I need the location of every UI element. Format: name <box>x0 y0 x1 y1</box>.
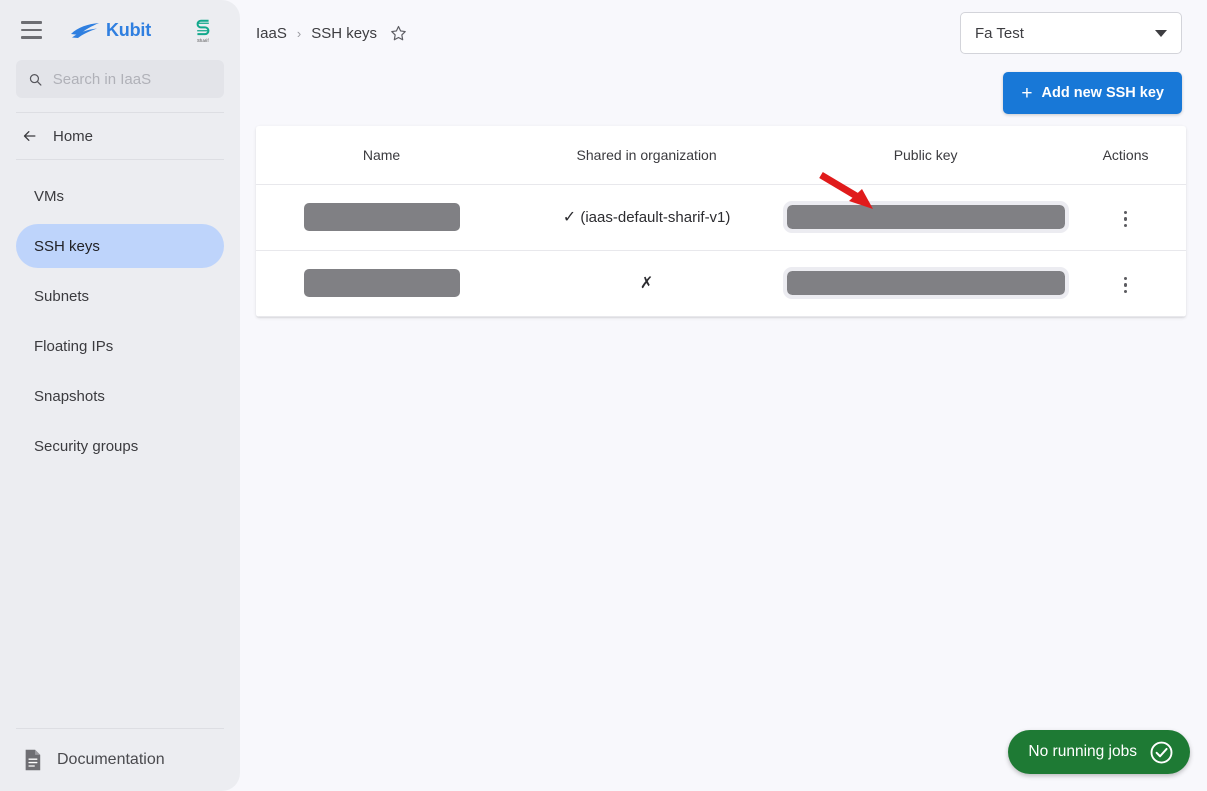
table-body: ✓ (iaas-default-sharif-v1) ✗ <box>256 184 1186 317</box>
check-circle-icon <box>1150 741 1173 763</box>
search-icon <box>29 73 42 86</box>
kebab-menu-icon[interactable] <box>1118 271 1133 299</box>
sidebar-item-label: Snapshots <box>34 387 105 405</box>
sidebar-item-vms[interactable]: VMs <box>16 174 224 218</box>
sidebar-item-home-label: Home <box>53 127 94 145</box>
hamburger-icon[interactable] <box>14 13 48 47</box>
sidebar-item-label: VMs <box>34 187 64 205</box>
sidebar: Kubit Sharif Search in IaaS Home VMs SSH… <box>0 0 240 791</box>
sidebar-item-label: Security groups <box>34 437 139 455</box>
star-outline-icon[interactable] <box>389 24 408 43</box>
sidebar-nav: VMs SSH keys Subnets Floating IPs Snapsh… <box>0 160 240 468</box>
table-row[interactable]: ✓ (iaas-default-sharif-v1) <box>256 184 1186 251</box>
wave-logo-icon <box>71 23 99 38</box>
sidebar-header: Kubit Sharif <box>0 0 240 60</box>
cross-mark-icon: ✗ <box>639 275 654 292</box>
check-mark-icon: ✓ <box>562 209 577 226</box>
s-logo-glyph <box>196 19 210 36</box>
chevron-down-icon <box>1155 29 1167 37</box>
sidebar-item-documentation-label: Documentation <box>57 751 165 768</box>
workspace-select[interactable]: Fa Test <box>960 12 1182 54</box>
top-bar: IaaS › SSH keys Fa Test <box>240 0 1207 66</box>
workspace-select-value: Fa Test <box>975 24 1024 42</box>
sidebar-footer: Documentation <box>0 728 240 791</box>
cell-actions <box>1065 184 1186 251</box>
breadcrumb-item-iaas[interactable]: IaaS <box>256 25 287 42</box>
redacted-key-name <box>303 269 460 297</box>
sidebar-item-label: Floating IPs <box>34 337 114 355</box>
sidebar-item-snapshots[interactable]: Snapshots <box>16 374 224 418</box>
cell-shared: ✗ <box>507 250 787 317</box>
cell-shared: ✓ (iaas-default-sharif-v1) <box>507 184 787 251</box>
sidebar-item-home[interactable]: Home <box>0 113 240 159</box>
plus-icon: + <box>1021 82 1033 104</box>
cell-public-key <box>782 184 1069 251</box>
add-new-ssh-key-button[interactable]: + Add new SSH key <box>1003 72 1182 114</box>
ssh-keys-table: Name Shared in organization Public key A… <box>256 126 1186 317</box>
document-icon <box>25 749 41 771</box>
main-content: IaaS › SSH keys Fa Test + Add new SSH ke… <box>240 0 1207 791</box>
cell-name <box>256 184 508 251</box>
search-input[interactable] <box>52 70 212 88</box>
cell-actions <box>1065 250 1186 317</box>
sidebar-item-security-groups[interactable]: Security groups <box>16 424 224 468</box>
application-window: Kubit Sharif Search in IaaS Home VMs SSH… <box>0 0 1207 791</box>
s-logo-icon[interactable]: Sharif <box>188 14 218 46</box>
ssh-keys-table-card: Name Shared in organization Public key A… <box>256 126 1186 317</box>
breadcrumb-item-ssh-keys[interactable]: SSH keys <box>311 25 377 42</box>
sidebar-item-ssh-keys[interactable]: SSH keys <box>16 224 224 268</box>
partner-subtitle: Sharif <box>197 37 209 44</box>
redacted-public-key <box>782 267 1069 299</box>
arrow-left-icon <box>23 131 36 141</box>
table-header-row: Name Shared in organization Public key A… <box>256 126 1186 185</box>
search-box[interactable] <box>16 60 224 98</box>
kebab-menu-icon[interactable] <box>1118 205 1133 233</box>
sidebar-item-label: Subnets <box>34 287 90 305</box>
column-header-name: Name <box>256 126 508 185</box>
sidebar-item-label: SSH keys <box>34 237 100 255</box>
sidebar-item-subnets[interactable]: Subnets <box>16 274 224 318</box>
breadcrumb: IaaS › SSH keys <box>256 24 408 43</box>
shared-status: ✓ (iaas-default-sharif-v1) <box>563 209 731 226</box>
status-badge[interactable]: No running jobs <box>1008 730 1190 774</box>
breadcrumb-separator: › <box>296 25 302 41</box>
brand-name: Kubit <box>106 19 151 40</box>
redacted-key-name <box>303 203 460 231</box>
table-head: Name Shared in organization Public key A… <box>256 126 1186 185</box>
sidebar-item-floating-ips[interactable]: Floating IPs <box>16 324 224 368</box>
column-header-shared: Shared in organization <box>507 126 787 185</box>
cell-name <box>256 250 508 317</box>
shared-status: ✗ <box>640 275 653 292</box>
cell-public-key <box>782 250 1069 317</box>
brand-logo[interactable]: Kubit <box>70 20 151 41</box>
redacted-public-key <box>782 201 1069 233</box>
table-row[interactable]: ✗ <box>256 250 1186 317</box>
column-header-public-key: Public key <box>786 126 1066 185</box>
add-new-ssh-key-label: Add new SSH key <box>1041 85 1164 101</box>
status-badge-label: No running jobs <box>1028 743 1137 760</box>
sidebar-item-documentation[interactable]: Documentation <box>0 729 240 791</box>
column-header-actions: Actions <box>1065 126 1186 185</box>
action-bar: + Add new SSH key <box>240 66 1207 120</box>
shared-org-name: (iaas-default-sharif-v1) <box>580 209 731 226</box>
sidebar-search-area <box>0 60 240 98</box>
